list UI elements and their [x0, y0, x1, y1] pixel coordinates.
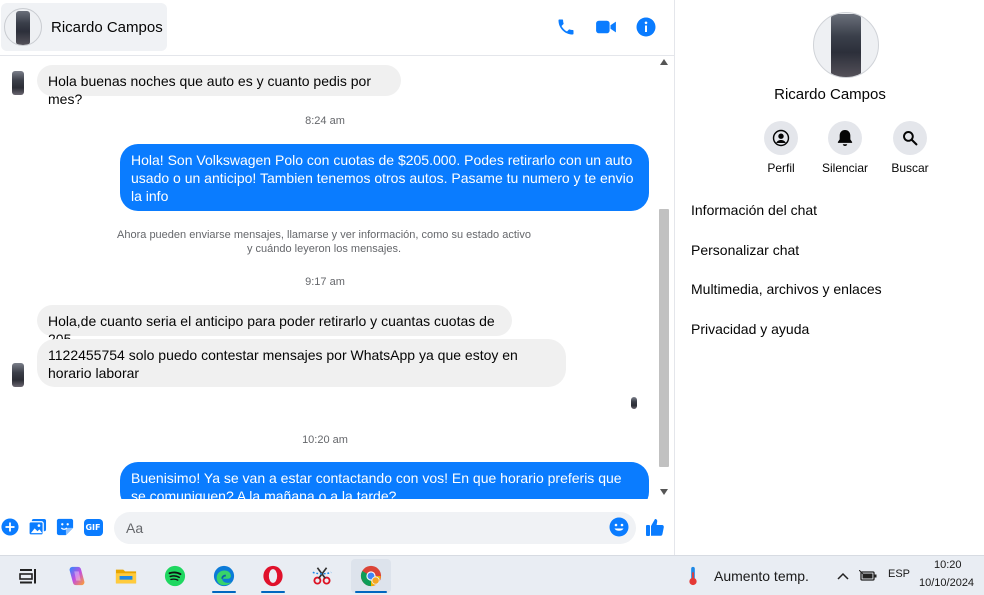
search-button[interactable]: Buscar [875, 121, 945, 175]
composer: GIF [0, 505, 674, 551]
system-note-line: y cuándo leyeron los mensajes. [246, 243, 402, 255]
gif-icon[interactable]: GIF [83, 517, 103, 537]
search-icon [893, 121, 927, 155]
menu-privacy-help[interactable]: Privacidad y ayuda [691, 321, 809, 337]
gif-label: GIF [83, 518, 103, 536]
mute-button[interactable]: Silenciar [810, 121, 880, 175]
contact-mini-avatar [12, 363, 24, 387]
opera-icon[interactable] [253, 559, 293, 593]
info-icon[interactable] [635, 16, 657, 38]
timestamp: 8:24 am [305, 115, 345, 127]
contact-profile-button[interactable]: Ricardo Campos [1, 3, 167, 51]
chrome-icon[interactable] [351, 559, 391, 593]
chevron-up-icon[interactable] [832, 559, 854, 593]
contact-name: Ricardo Campos [51, 18, 163, 36]
profile-button[interactable]: Perfil [746, 121, 816, 175]
sticker-icon[interactable] [55, 517, 75, 537]
copilot-icon[interactable] [57, 559, 97, 593]
timestamp: 10:20 am [302, 434, 348, 446]
weather-widget[interactable]: Aumento temp. [680, 559, 830, 593]
message-incoming: 1122455754 solo puedo contestar mensajes… [37, 339, 566, 387]
message-scrollbar[interactable] [656, 57, 672, 499]
search-label: Buscar [891, 161, 929, 175]
language-indicator[interactable]: ESP [888, 568, 910, 580]
taskbar: Aumento temp. ESP 10:20 10/10/2024 [0, 555, 984, 595]
contact-mini-avatar [12, 71, 24, 95]
edge-icon[interactable] [204, 559, 244, 593]
task-view-icon[interactable] [8, 559, 48, 593]
plus-icon[interactable] [0, 517, 20, 537]
profile-name: Ricardo Campos [774, 86, 886, 103]
contact-avatar [4, 8, 42, 46]
message-outgoing: Buenisimo! Ya se van a estar contactando… [120, 462, 649, 499]
chat-header: Ricardo Campos [0, 0, 674, 56]
profile-icon [764, 121, 798, 155]
snipping-tool-icon[interactable] [302, 559, 342, 593]
thermometer-icon [689, 566, 697, 586]
chat-info-panel: Ricardo Campos Perfil Silenciar Buscar I… [674, 0, 984, 555]
message-incoming: Hola buenas noches que auto es y cuanto … [37, 65, 401, 107]
mute-label: Silenciar [821, 161, 869, 175]
edge-running-indicator [212, 591, 236, 593]
system-note: Ahora pueden enviarse mensajes, llamarse… [0, 228, 648, 256]
clock-time[interactable]: 10:20 [934, 559, 962, 571]
message-input[interactable] [114, 512, 636, 544]
video-camera-icon[interactable] [595, 16, 617, 38]
scroll-thumb[interactable] [659, 209, 669, 467]
chat-panel: Ricardo Campos Hola buenas noches que au… [0, 0, 674, 555]
spotify-icon[interactable] [155, 559, 195, 593]
opera-running-indicator [261, 591, 285, 593]
profile-avatar[interactable] [813, 12, 879, 78]
scroll-up-arrow[interactable] [660, 59, 668, 65]
message-incoming: Hola,de cuanto seria el anticipo para po… [37, 305, 512, 347]
emoji-icon[interactable] [609, 517, 629, 537]
menu-media-files-links[interactable]: Multimedia, archivos y enlaces [691, 281, 882, 297]
system-note-line: Ahora pueden enviarse mensajes, llamarse… [117, 229, 531, 241]
menu-customize-chat[interactable]: Personalizar chat [691, 242, 799, 258]
clock-date[interactable]: 10/10/2024 [919, 577, 974, 589]
image-icon[interactable] [27, 517, 47, 537]
battery-icon[interactable] [856, 559, 880, 593]
menu-chat-info[interactable]: Información del chat [691, 202, 817, 218]
read-receipt-avatar [631, 397, 637, 409]
scroll-down-arrow[interactable] [660, 489, 668, 495]
thumbs-up-icon[interactable] [645, 517, 665, 537]
timestamp: 9:17 am [305, 276, 345, 288]
bell-icon [828, 121, 862, 155]
file-explorer-icon[interactable] [106, 559, 146, 593]
weather-label: Aumento temp. [714, 568, 809, 584]
message-list[interactable]: Hola buenas noches que auto es y cuanto … [0, 57, 674, 499]
profile-label: Perfil [767, 161, 795, 175]
message-outgoing: Hola! Son Volkswagen Polo con cuotas de … [120, 144, 649, 211]
phone-icon[interactable] [555, 16, 577, 38]
chrome-running-indicator [355, 591, 387, 593]
